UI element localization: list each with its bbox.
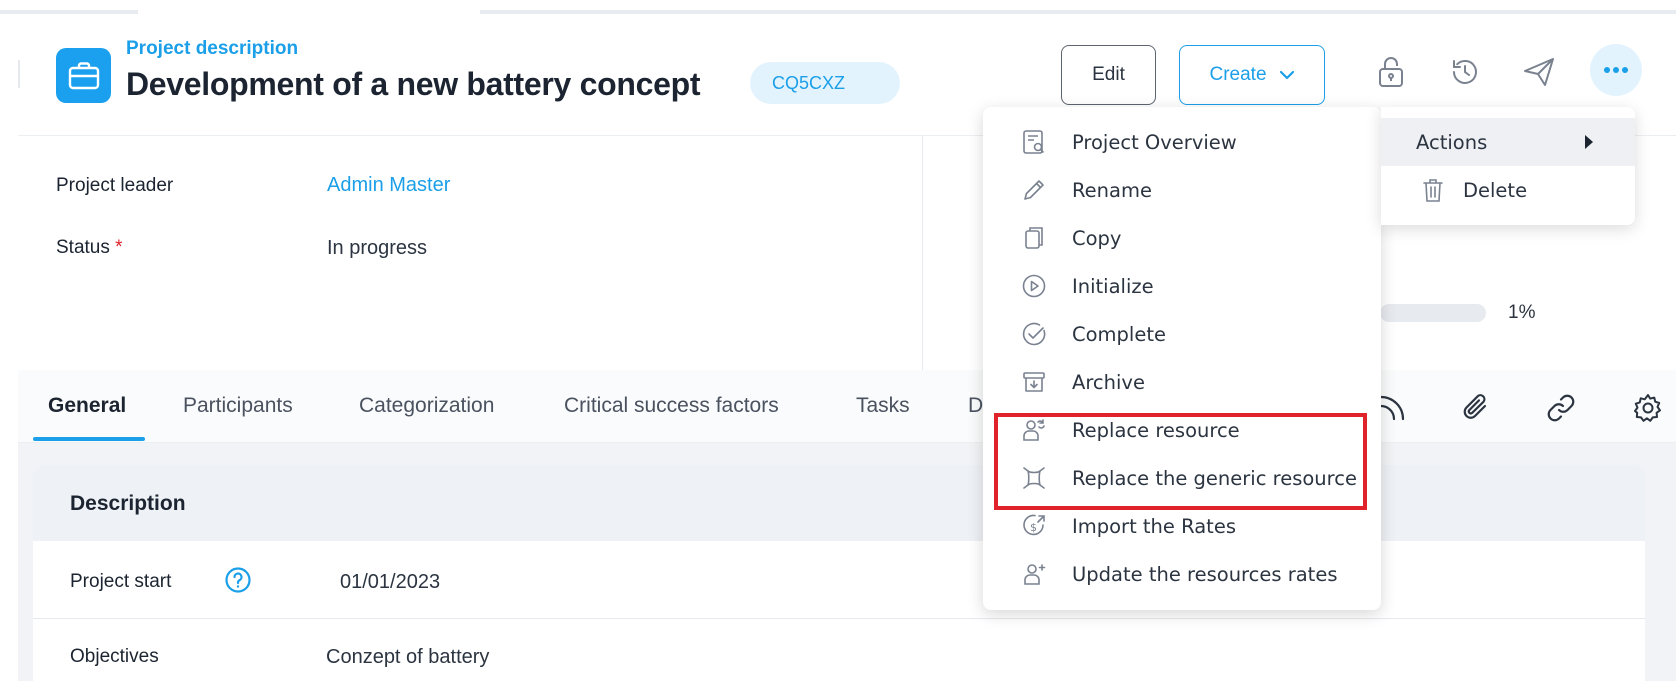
tab-categorization[interactable]: Categorization [359,394,494,418]
svg-text:$: $ [1030,521,1037,534]
menu-item-update-resources-rates[interactable]: Update the resources rates [983,550,1381,598]
status-value: In progress [327,237,428,259]
project-leader-link[interactable]: Admin Master [327,174,450,197]
caret-right-icon [1585,135,1593,149]
column-divider [922,136,923,370]
attachment-icon[interactable] [1456,388,1496,428]
import-rates-icon: $ [1020,512,1048,540]
tab-participants[interactable]: Participants [183,394,293,418]
menu-item-complete[interactable]: Complete [983,310,1381,358]
more-options-button[interactable] [1590,44,1642,96]
copy-icon [1020,224,1048,252]
tab-critical-success-factors[interactable]: Critical success factors [564,394,779,418]
create-button[interactable]: Create [1179,45,1325,105]
history-icon[interactable] [1445,52,1485,92]
row-divider [33,618,1645,619]
pencil-icon [1020,176,1048,204]
actions-submenu: Actions Delete [1381,107,1635,225]
objectives-value: Conzept of battery [326,646,490,668]
top-divider [480,10,1676,14]
menu-item-copy[interactable]: Copy [983,214,1381,262]
submenu-item-actions[interactable]: Actions [1381,118,1635,166]
more-icon [1604,67,1628,73]
play-icon [1020,272,1048,300]
send-icon[interactable] [1519,52,1559,92]
link-icon[interactable] [1541,388,1581,428]
objectives-label: Objectives [70,646,159,667]
more-actions-menu: Project Overview Rename Copy Initialize [983,107,1381,610]
description-panel: Description Project start 01/01/2023 Obj… [33,465,1645,681]
help-icon[interactable] [224,566,254,596]
highlight-annotation [994,413,1367,510]
page-subtitle: Project description [126,38,299,59]
tab-tasks[interactable]: Tasks [856,394,910,418]
settings-icon[interactable] [1628,388,1668,428]
overview-icon [1020,128,1048,156]
status-label: Status * [56,237,123,258]
tab-general[interactable]: General [48,394,126,418]
project-start-value: 01/01/2023 [340,571,441,593]
update-rates-icon [1020,560,1048,588]
project-start-label: Project start [70,571,172,592]
lock-icon[interactable] [1371,52,1411,92]
archive-icon [1020,368,1048,396]
menu-item-archive[interactable]: Archive [983,358,1381,406]
description-header [33,465,1645,541]
menu-item-rename[interactable]: Rename [983,166,1381,214]
progress-percent: 1% [1508,302,1536,323]
create-button-label: Create [1209,64,1267,85]
project-leader-label: Project leader [56,175,174,196]
description-title: Description [70,492,186,515]
menu-item-project-overview[interactable]: Project Overview [983,118,1381,166]
left-edge-divider [18,60,20,88]
progress-bar [1380,304,1486,322]
trash-icon [1421,177,1445,203]
tab-truncated[interactable]: D [968,394,983,418]
check-circle-icon [1020,320,1048,348]
top-divider [0,10,138,14]
briefcase-icon [56,48,111,103]
menu-item-initialize[interactable]: Initialize [983,262,1381,310]
page-title: Development of a new battery concept [126,66,701,102]
chevron-down-icon [1279,64,1295,86]
project-code-badge: CQ5CXZ [750,62,900,104]
submenu-item-delete[interactable]: Delete [1381,166,1635,214]
required-marker: * [115,237,123,258]
edit-button[interactable]: Edit [1061,45,1156,105]
active-tab-indicator [33,437,145,441]
